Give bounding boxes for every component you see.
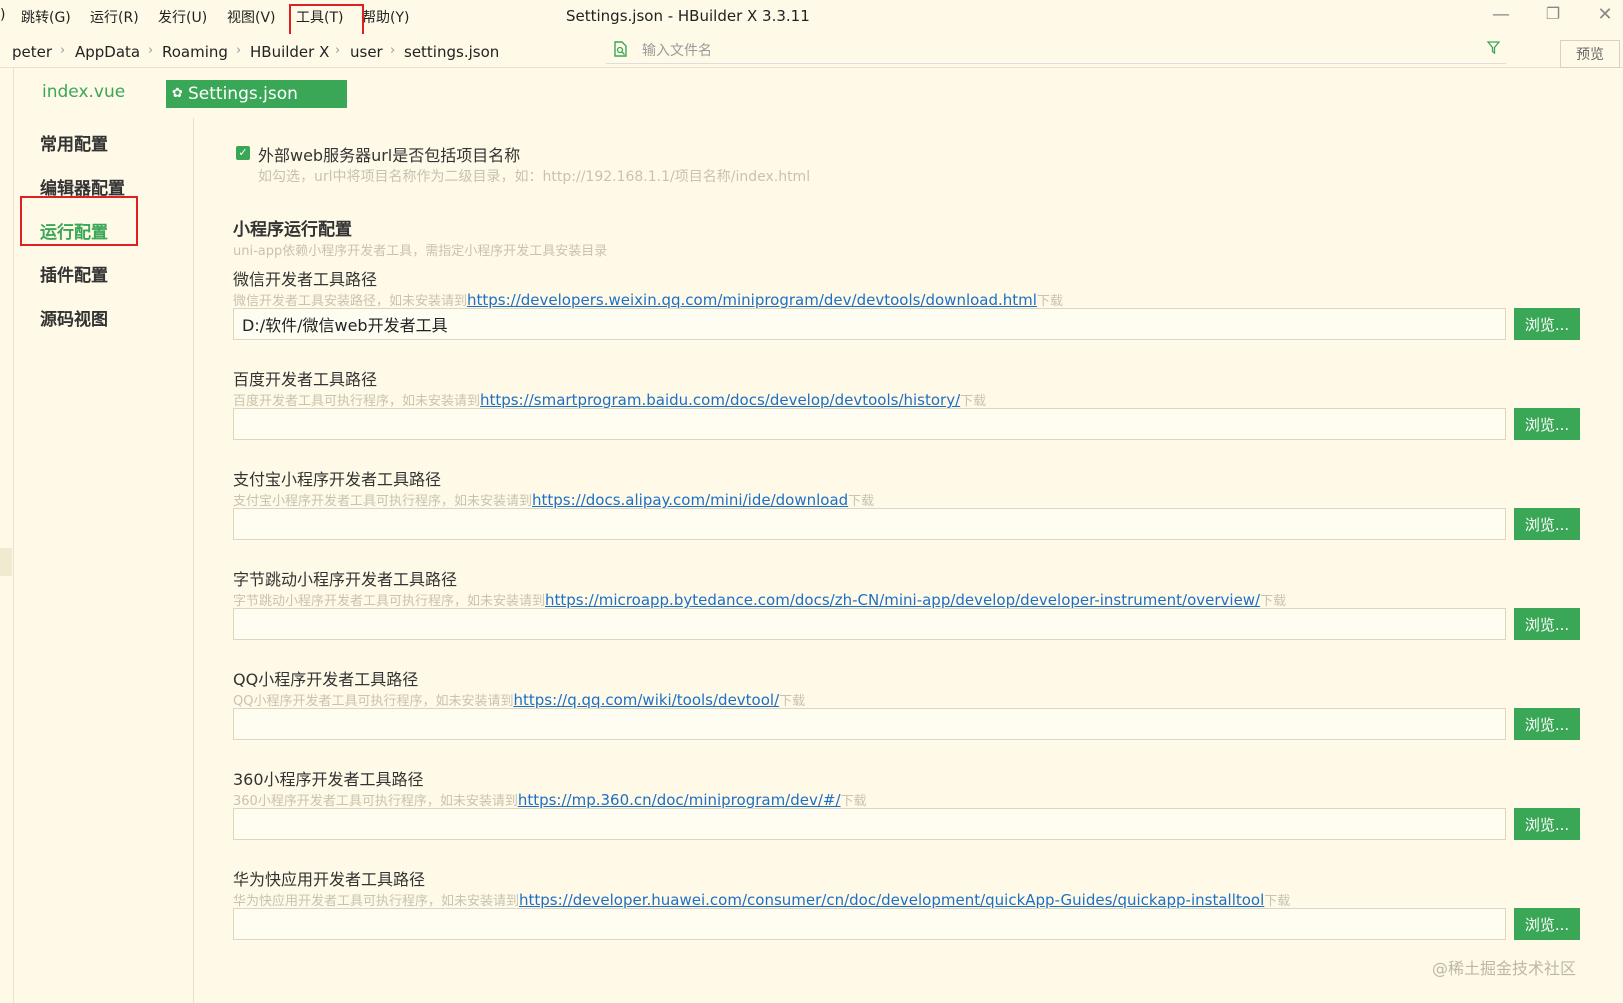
tab-settings-label: Settings.json xyxy=(188,84,298,104)
field-hint: 百度开发者工具可执行程序，如未安装请到https://smartprogram.… xyxy=(233,391,987,409)
breadcrumb-item[interactable]: Roaming xyxy=(162,43,228,61)
menu-item-goto[interactable]: 跳转(G) xyxy=(21,7,71,27)
chevron-right-icon: › xyxy=(335,43,341,58)
field-bytedance: 字节跳动小程序开发者工具路径 字节跳动小程序开发者工具可执行程序，如未安装请到h… xyxy=(233,566,1613,661)
search-input[interactable] xyxy=(642,40,1462,62)
settings-sidebar: 常用配置 编辑器配置 运行配置 插件配置 源码视图 xyxy=(14,118,194,1003)
browse-button[interactable]: 浏览... xyxy=(1514,608,1580,640)
highlight-box-run-config xyxy=(20,196,138,246)
section-hint: uni-app依赖小程序开发者工具，需指定小程序开发工具安装目录 xyxy=(233,244,608,259)
tab-index-vue[interactable]: index.vue xyxy=(42,82,125,102)
download-link[interactable]: https://docs.alipay.com/mini/ide/downloa… xyxy=(532,491,848,509)
path-input-weixin[interactable] xyxy=(233,308,1506,340)
sidebar-item-source-view[interactable]: 源码视图 xyxy=(40,305,108,330)
breadcrumb-item[interactable]: AppData xyxy=(75,43,140,61)
menu-item-publish[interactable]: 发行(U) xyxy=(158,7,207,27)
breadcrumb: peter › AppData › Roaming › HBuilder X ›… xyxy=(0,34,1623,68)
field-alipay: 支付宝小程序开发者工具路径 支付宝小程序开发者工具可执行程序，如未安装请到htt… xyxy=(233,466,1613,561)
menu-item-help[interactable]: 帮助(Y) xyxy=(362,7,409,27)
browse-button[interactable]: 浏览... xyxy=(1514,408,1580,440)
field-huawei: 华为快应用开发者工具路径 华为快应用开发者工具可执行程序，如未安装请到https… xyxy=(233,866,1613,961)
field-hint: 华为快应用开发者工具可执行程序，如未安装请到https://developer.… xyxy=(233,891,1291,909)
browse-button[interactable]: 浏览... xyxy=(1514,908,1580,940)
web-url-checkbox-label: 外部web服务器url是否包括项目名称 xyxy=(258,146,521,165)
field-hint: 360小程序开发者工具可执行程序，如未安装请到https://mp.360.cn… xyxy=(233,791,867,809)
download-link[interactable]: https://q.qq.com/wiki/tools/devtool/ xyxy=(513,691,779,709)
settings-panel: ✓ 外部web服务器url是否包括项目名称 如勾选，url中将项目名称作为二级目… xyxy=(196,118,1623,1003)
download-link[interactable]: https://developer.huawei.com/consumer/cn… xyxy=(519,891,1264,909)
field-weixin: 微信开发者工具路径 微信开发者工具安装路径，如未安装请到https://deve… xyxy=(233,266,1613,361)
close-button[interactable]: ✕ xyxy=(1590,4,1620,25)
download-link[interactable]: https://microapp.bytedance.com/docs/zh-C… xyxy=(545,591,1260,609)
sidebar-item-plugin[interactable]: 插件配置 xyxy=(40,261,108,286)
tab-settings-json[interactable]: ✿ Settings.json xyxy=(166,80,347,108)
chevron-right-icon: › xyxy=(390,43,396,58)
field-label: 360小程序开发者工具路径 xyxy=(233,770,424,789)
filter-icon[interactable] xyxy=(1486,41,1501,58)
field-label: QQ小程序开发者工具路径 xyxy=(233,670,419,689)
field-hint: 字节跳动小程序开发者工具可执行程序，如未安装请到https://microapp… xyxy=(233,591,1287,609)
minimize-button[interactable]: — xyxy=(1486,4,1516,25)
file-search xyxy=(606,38,1506,64)
field-qq: QQ小程序开发者工具路径 QQ小程序开发者工具可执行程序，如未安装请到https… xyxy=(233,666,1613,761)
path-input-360[interactable] xyxy=(233,808,1506,840)
menu-item-partial[interactable]: ) xyxy=(0,7,5,23)
field-360: 360小程序开发者工具路径 360小程序开发者工具可执行程序，如未安装请到htt… xyxy=(233,766,1613,861)
menu-bar: ) 跳转(G) 运行(R) 发行(U) 视图(V) 工具(T) 帮助(Y) Se… xyxy=(0,0,1623,36)
path-input-qq[interactable] xyxy=(233,708,1506,740)
chevron-right-icon: › xyxy=(236,43,242,58)
browse-button[interactable]: 浏览... xyxy=(1514,808,1580,840)
download-link[interactable]: https://developers.weixin.qq.com/minipro… xyxy=(467,291,1037,309)
breadcrumb-item-current[interactable]: settings.json xyxy=(404,43,499,61)
browse-button[interactable]: 浏览... xyxy=(1514,308,1580,340)
chevron-right-icon: › xyxy=(148,43,154,58)
menu-item-run[interactable]: 运行(R) xyxy=(90,7,139,27)
sidebar-item-common[interactable]: 常用配置 xyxy=(40,130,108,155)
web-url-checkbox-hint: 如勾选，url中将项目名称作为二级目录，如：http://192.168.1.1… xyxy=(258,169,811,185)
path-input-baidu[interactable] xyxy=(233,408,1506,440)
field-hint: QQ小程序开发者工具可执行程序，如未安装请到https://q.qq.com/w… xyxy=(233,691,806,709)
restore-button[interactable]: ❐ xyxy=(1538,4,1568,23)
path-input-alipay[interactable] xyxy=(233,508,1506,540)
field-label: 字节跳动小程序开发者工具路径 xyxy=(233,570,458,589)
field-baidu: 百度开发者工具路径 百度开发者工具可执行程序，如未安装请到https://sma… xyxy=(233,366,1613,461)
gutter-marker xyxy=(0,548,12,576)
download-link[interactable]: https://mp.360.cn/doc/miniprogram/dev/#/ xyxy=(518,791,841,809)
browse-button[interactable]: 浏览... xyxy=(1514,508,1580,540)
web-url-checkbox[interactable]: ✓ xyxy=(236,146,250,160)
path-input-bytedance[interactable] xyxy=(233,608,1506,640)
menu-item-view[interactable]: 视图(V) xyxy=(227,7,276,27)
field-label: 百度开发者工具路径 xyxy=(233,370,378,389)
left-gutter xyxy=(0,68,14,1003)
breadcrumb-item[interactable]: user xyxy=(350,43,383,61)
chevron-right-icon: › xyxy=(60,43,66,58)
breadcrumb-item[interactable]: HBuilder X xyxy=(250,43,329,61)
path-input-huawei[interactable] xyxy=(233,908,1506,940)
watermark: @稀土掘金技术社区 xyxy=(1432,959,1577,978)
field-label: 华为快应用开发者工具路径 xyxy=(233,870,426,889)
field-hint: 支付宝小程序开发者工具可执行程序，如未安装请到https://docs.alip… xyxy=(233,491,875,509)
gear-icon: ✿ xyxy=(172,86,183,101)
preview-button[interactable]: 预览 xyxy=(1560,40,1620,68)
highlight-box-tools xyxy=(289,4,364,36)
breadcrumb-item[interactable]: peter xyxy=(12,43,52,61)
browse-button[interactable]: 浏览... xyxy=(1514,708,1580,740)
field-hint: 微信开发者工具安装路径，如未安装请到https://developers.wei… xyxy=(233,291,1063,309)
field-label: 微信开发者工具路径 xyxy=(233,270,378,289)
file-search-icon xyxy=(614,41,628,61)
download-link[interactable]: https://smartprogram.baidu.com/docs/deve… xyxy=(480,391,960,409)
field-label: 支付宝小程序开发者工具路径 xyxy=(233,470,442,489)
window-title: Settings.json - HBuilder X 3.3.11 xyxy=(566,7,810,25)
section-title: 小程序运行配置 xyxy=(233,220,352,240)
